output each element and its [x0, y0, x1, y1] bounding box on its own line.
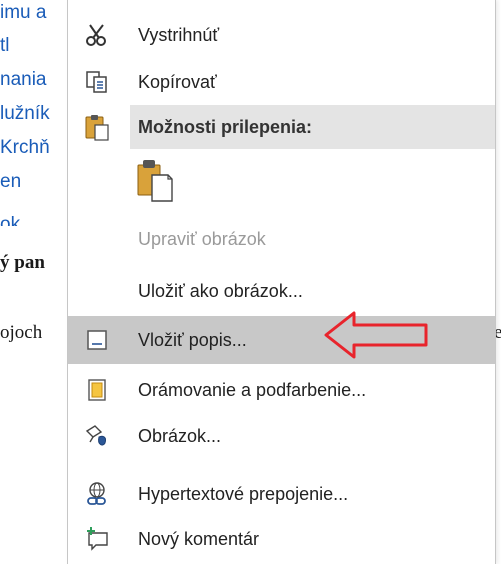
menu-item-borders-shading[interactable]: Orámovanie a podfarbenie... — [68, 367, 495, 413]
doc-bold-text: ý pan — [0, 252, 45, 273]
paste-options-label: Možnosti prilepenia: — [138, 117, 313, 137]
menu-item-label: Kopírovať — [138, 71, 217, 92]
doc-link-4[interactable]: lužník — [0, 103, 50, 125]
menu-item-insert-caption[interactable]: Vložiť popis... — [68, 316, 495, 364]
format-picture-icon — [82, 421, 112, 451]
menu-item-label: Vložiť popis... — [138, 329, 247, 350]
menu-item-hyperlink[interactable]: Hypertextové prepojenie... — [68, 471, 495, 517]
menu-item-label: Vystrihnúť — [138, 24, 220, 45]
copy-icon — [82, 67, 112, 97]
menu-item-label: Obrázok... — [138, 425, 222, 446]
doc-link-3[interactable]: nania — [0, 69, 47, 91]
doc-link-6[interactable]: en — [0, 171, 21, 193]
doc-link-5[interactable]: Krchň — [0, 137, 50, 159]
borders-shading-icon — [82, 375, 112, 405]
doc-link-7[interactable]: ok — [0, 208, 20, 226]
menu-item-save-as-picture[interactable]: Uložiť ako obrázok... — [68, 268, 495, 314]
annotation-arrow — [324, 311, 428, 359]
hyperlink-icon — [82, 479, 112, 509]
menu-item-label: Nový komentár — [138, 528, 260, 549]
doc-body-text-left: ojoch — [0, 322, 43, 343]
doc-link-1[interactable]: imu a — [0, 2, 46, 24]
menu-item-edit-picture: Upraviť obrázok — [68, 216, 495, 262]
scissors-icon — [82, 20, 112, 50]
menu-item-label: Hypertextové prepojenie... — [138, 483, 349, 504]
paste-icon — [82, 112, 112, 142]
menu-item-label: Uložiť ako obrázok... — [138, 280, 303, 301]
word-document-window: imu a tl nania lužník Krchň en ok ý pan … — [0, 0, 501, 564]
paste-option-keep-picture[interactable] — [132, 155, 178, 203]
menu-item-cut[interactable]: Vystrihnúť — [68, 12, 495, 58]
new-comment-icon — [82, 524, 112, 554]
doc-link-2[interactable]: tl — [0, 35, 10, 57]
paste-keep-picture-icon — [132, 160, 178, 207]
context-menu: Vystrihnúť Kopírovať Možnosti prilepenia… — [67, 0, 496, 564]
menu-item-label: Upraviť obrázok — [138, 228, 266, 249]
menu-item-new-comment[interactable]: Nový komentár — [68, 516, 495, 562]
menu-item-copy[interactable]: Kopírovať — [68, 59, 495, 105]
caption-icon — [82, 325, 112, 355]
menu-item-label: Orámovanie a podfarbenie... — [138, 379, 367, 400]
menu-item-format-picture[interactable]: Obrázok... — [68, 413, 495, 459]
paste-options-header: Možnosti prilepenia: — [130, 105, 495, 149]
